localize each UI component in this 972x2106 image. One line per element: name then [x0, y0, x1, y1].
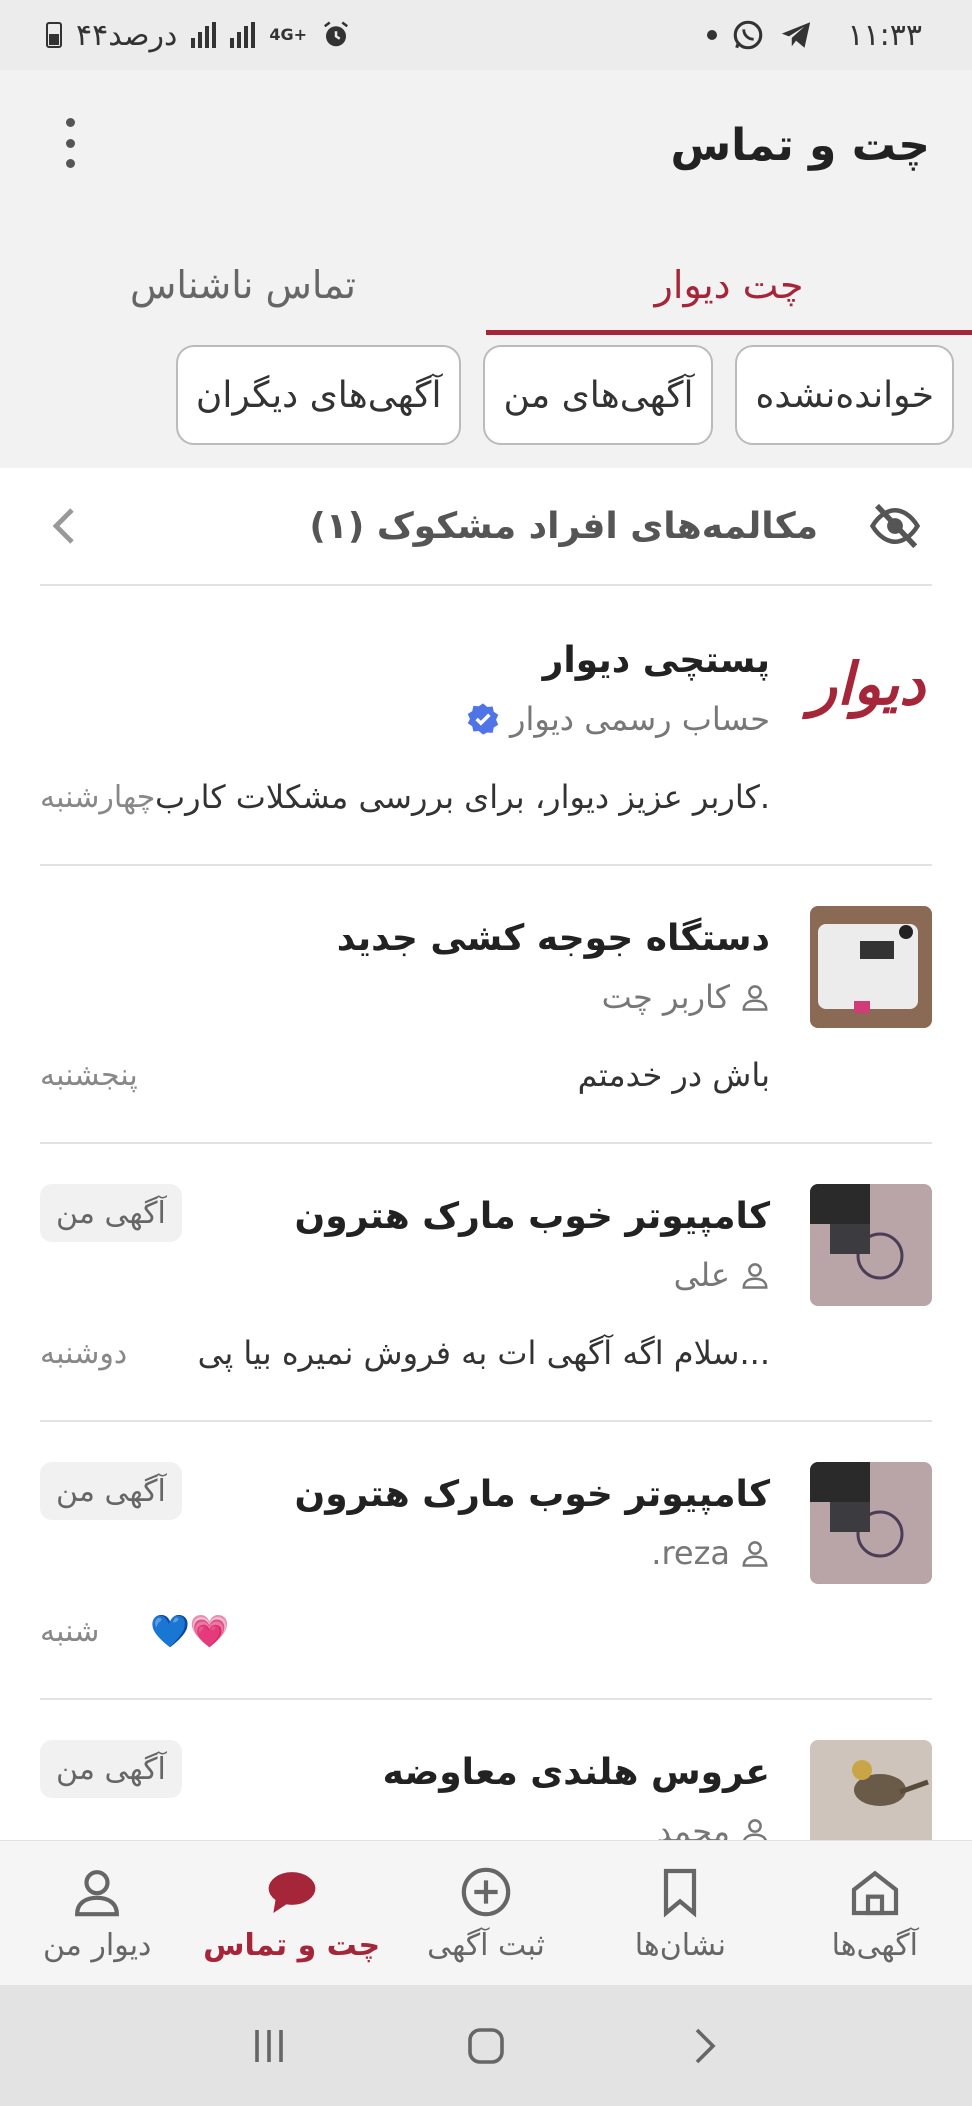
tab-anonymous-call[interactable]: تماس ناشناس — [0, 245, 486, 335]
back-icon[interactable] — [679, 2022, 727, 2070]
subtitle-text: علی — [673, 1256, 730, 1294]
filter-unread[interactable]: خوانده‌نشده — [735, 345, 954, 445]
user-icon — [743, 1819, 767, 1840]
network-type: 4G+ — [269, 25, 307, 44]
nav-chat[interactable]: چت و تماس — [194, 1841, 388, 1985]
user-icon — [75, 1869, 120, 1916]
nav-chat-label: چت و تماس — [203, 1927, 381, 1963]
whatsapp-icon — [734, 20, 763, 50]
alarm-icon — [323, 21, 348, 47]
chat-subtitle: محمد — [657, 1812, 770, 1840]
nav-ads-label: آگهی‌ها — [831, 1927, 919, 1963]
ad-thumbnail — [810, 1740, 932, 1840]
user-icon — [742, 1263, 768, 1289]
chat-row[interactable]: دیوار پستچی دیوار حساب رسمی دیوار کاربر … — [40, 588, 932, 866]
chat-title: کامپیوتر خوب مارک هترون — [294, 1196, 770, 1237]
chat-icon — [268, 1871, 315, 1913]
system-navigation-bar — [0, 1985, 972, 2106]
chat-day: دوشنبه — [40, 1336, 128, 1371]
eye-off-icon — [869, 503, 921, 549]
chat-day: پنجشنبه — [40, 1058, 138, 1093]
subtitle-text: کاربر چت — [601, 978, 730, 1016]
user-icon — [742, 1541, 768, 1567]
page-title: چت و تماس — [670, 120, 930, 171]
chat-row[interactable]: آگهی من کامپیوتر خوب مارک هترون reza. 💙💗… — [40, 1422, 932, 1700]
chat-subtitle: reza. — [651, 1534, 770, 1572]
verified-icon — [467, 703, 499, 735]
bottom-navigation: آگهی‌ها نشان‌ها ثبت آگهی چت و تماس دیوار… — [0, 1840, 972, 1985]
nav-bookmarks-label: نشان‌ها — [634, 1927, 727, 1963]
my-ad-badge: آگهی من — [40, 1184, 182, 1242]
chat-row[interactable]: دستگاه جوجه کشی جدید کاربر چت باش در خدم… — [40, 866, 932, 1144]
chat-subtitle: کاربر چت — [602, 978, 770, 1016]
add-circle-icon — [461, 1867, 511, 1916]
tab-divar-chat[interactable]: چت دیوار — [486, 245, 972, 335]
chat-subtitle: علی — [674, 1256, 770, 1294]
chat-row[interactable]: آگهی من عروس هلندی معاوضه محمد — [40, 1700, 932, 1840]
divar-logo: دیوار — [808, 650, 926, 718]
chat-day: چهارشنبه — [40, 780, 156, 815]
status-right: ۱۱:۳۳ — [707, 18, 922, 53]
chat-message: سلام اگه آگهی ات به فروش نمیره بیا پی... — [197, 1334, 770, 1372]
bookmark-icon — [664, 1868, 697, 1917]
chat-title: پستچی دیوار — [542, 640, 770, 681]
ad-thumbnail — [810, 1184, 932, 1306]
telegram-icon — [782, 22, 811, 48]
subtitle-text: محمد — [656, 1812, 730, 1840]
chat-title: کامپیوتر خوب مارک هترون — [294, 1474, 770, 1515]
chat-subtitle: حساب رسمی دیوار — [466, 700, 770, 738]
chat-row[interactable]: آگهی من کامپیوتر خوب مارک هترون علی سلام… — [40, 1144, 932, 1422]
chat-message: کاربر عزیز دیوار، برای بررسی مشکلات کارب… — [154, 778, 770, 816]
more-options-icon[interactable] — [60, 118, 80, 168]
tab-bar: چت دیوار تماس ناشناس — [0, 245, 972, 335]
suspicious-label: مکالمه‌های افراد مشکوک (۱) — [309, 505, 818, 547]
chat-title: عروس هلندی معاوضه — [382, 1752, 770, 1793]
notification-dot-icon — [707, 30, 718, 40]
filter-others-ads[interactable]: آگهی‌های دیگران — [175, 345, 462, 445]
my-ad-badge: آگهی من — [40, 1740, 182, 1798]
status-left: ۴۴درصد 4G+ — [46, 18, 351, 53]
chat-title: دستگاه جوجه کشی جدید — [336, 918, 770, 959]
chevron-left-icon — [52, 508, 74, 544]
nav-my-divar[interactable]: دیوار من — [0, 1841, 194, 1985]
filter-my-ads[interactable]: آگهی‌های من — [483, 345, 714, 445]
nav-post-ad[interactable]: ثبت آگهی — [389, 1841, 583, 1985]
battery-text: ۴۴درصد — [76, 17, 178, 53]
ad-thumbnail — [810, 1462, 932, 1584]
battery-icon — [46, 22, 62, 48]
suspicious-conversations-row[interactable]: مکالمه‌های افراد مشکوک (۱) — [40, 468, 932, 586]
ad-thumbnail — [810, 906, 932, 1028]
my-ad-badge: آگهی من — [40, 1462, 182, 1520]
home-icon — [851, 1870, 898, 1915]
signal-icon — [191, 22, 217, 48]
nav-post-ad-label: ثبت آگهی — [427, 1927, 545, 1963]
chat-list: دیوار پستچی دیوار حساب رسمی دیوار کاربر … — [40, 588, 932, 1840]
filter-chips: خوانده‌نشده آگهی‌های من آگهی‌های دیگران — [175, 345, 954, 445]
status-time: ۱۱:۳۳ — [847, 17, 922, 53]
subtitle-text: reza. — [651, 1534, 730, 1572]
chat-day: شنبه — [40, 1614, 100, 1649]
chat-message: باش در خدمتم — [577, 1056, 770, 1094]
home-button-icon[interactable] — [462, 2022, 510, 2070]
status-bar: ۴۴درصد 4G+ ۱۱:۳۳ — [0, 0, 972, 70]
nav-bookmarks[interactable]: نشان‌ها — [583, 1841, 777, 1985]
signal-icon-2 — [230, 22, 256, 48]
subtitle-text: حساب رسمی دیوار — [509, 700, 770, 738]
header: چت و تماس چت دیوار تماس ناشناس خوانده‌نش… — [0, 70, 972, 468]
recent-apps-icon[interactable] — [245, 2022, 293, 2070]
nav-ads[interactable]: آگهی‌ها — [778, 1841, 972, 1985]
nav-my-divar-label: دیوار من — [42, 1927, 152, 1963]
user-icon — [742, 985, 768, 1011]
chat-message: 💙💗 — [150, 1612, 230, 1650]
